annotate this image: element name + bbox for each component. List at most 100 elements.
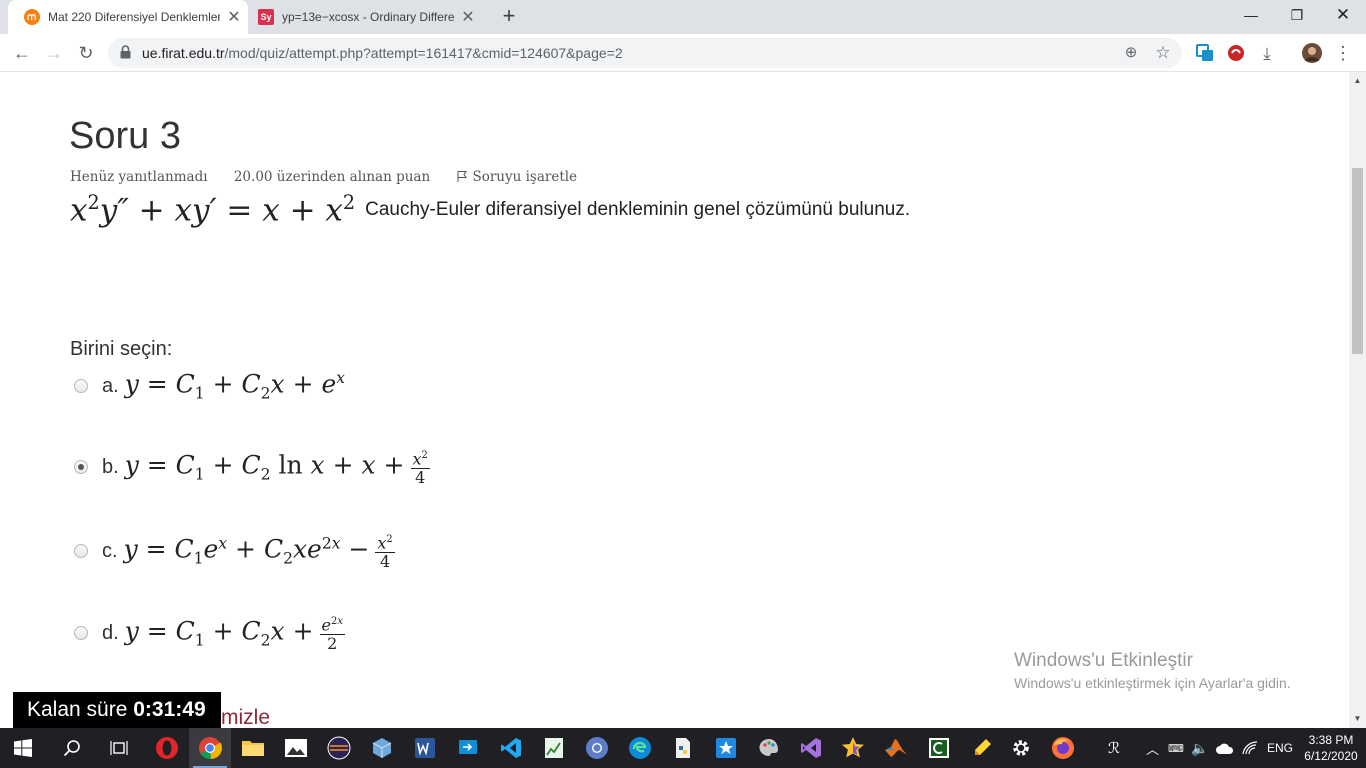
clock[interactable]: 3:38 PM 6/12/2020 [1300, 732, 1362, 764]
photos-icon [285, 739, 307, 757]
option-letter: b. [102, 455, 119, 478]
taskbar-paint[interactable] [748, 728, 790, 768]
tab-symbolab[interactable]: Sy yp=13e−xcosx - Ordinary Differe ✕ [242, 0, 488, 34]
chrome-icon [199, 737, 222, 760]
speaker-icon[interactable]: 🔈 [1191, 728, 1208, 768]
palette-icon [759, 739, 778, 756]
matlab-icon [885, 739, 907, 757]
radio-button[interactable] [74, 544, 88, 558]
tray-overflow-icon[interactable]: ︿ [1146, 728, 1159, 768]
red-extension-icon[interactable] [1225, 42, 1247, 64]
bookmark-star-icon[interactable]: ☆ [1153, 43, 1173, 63]
onedrive-icon[interactable] [1216, 728, 1234, 768]
zoom-icon[interactable]: ⊕ [1121, 43, 1141, 63]
taskbar-chart-app[interactable] [533, 728, 575, 768]
moodle-icon [24, 9, 40, 25]
taskbar-chrome[interactable] [189, 728, 231, 768]
option-formula: y = C1 + C2x + e2x 2 [125, 613, 345, 653]
equation: x2y″ + xy′ = x + x2 [70, 191, 356, 229]
search-button[interactable] [51, 728, 93, 768]
translate-extension-icon[interactable] [1194, 42, 1216, 64]
radio-button[interactable] [74, 379, 88, 393]
watermark-subtitle: Windows'u etkinleştirmek için Ayarlar'a … [1014, 675, 1291, 691]
new-tab-button[interactable]: + [498, 5, 520, 27]
taskbar-python[interactable] [662, 728, 704, 768]
taskbar-remote-app[interactable] [447, 728, 489, 768]
taskbar-visual-studio[interactable] [790, 728, 832, 768]
question-points: 20.00 üzerinden alınan puan [233, 169, 431, 185]
visual-studio-icon [801, 738, 821, 758]
ime-icon[interactable]: ⌨ [1168, 728, 1184, 768]
task-view-button[interactable] [98, 728, 140, 768]
partial-link[interactable]: mizle [221, 706, 270, 728]
scroll-thumb[interactable] [1352, 168, 1363, 354]
page-scrollbar[interactable]: ▲ ▼ [1349, 72, 1366, 728]
spreadsheet-chart-icon [545, 738, 563, 758]
option-a[interactable]: a. y = C1 + C2x + ex [74, 366, 345, 406]
taskbar-vscode[interactable] [490, 728, 532, 768]
network-icon [1242, 741, 1258, 755]
option-formula: y = C1 + C2 ln x + x + x2 4 [125, 447, 430, 487]
taskbar-star-app[interactable] [705, 728, 747, 768]
symbolab-icon: Sy [258, 9, 274, 25]
task-view-icon [110, 741, 128, 755]
taskbar-favorites-app[interactable] [832, 728, 874, 768]
quiz-page: Soru 3 Henüz yanıtlanmadı 20.00 üzerinde… [0, 72, 1349, 728]
back-icon[interactable]: ← [9, 40, 35, 66]
taskbar-opera[interactable] [146, 728, 188, 768]
url-text: ue.firat.edu.tr/mod/quiz/attempt.php?att… [142, 45, 623, 61]
radio-button-selected[interactable] [74, 460, 88, 474]
pencil-icon [975, 739, 991, 755]
taskbar-camtasia[interactable] [918, 728, 960, 768]
vscode-icon [501, 738, 521, 758]
taskbar-eclipse[interactable] [318, 728, 360, 768]
taskbar-photos[interactable] [275, 728, 317, 768]
chromium-icon [586, 737, 608, 759]
menu-icon[interactable]: ⋮ [1330, 40, 1356, 66]
taskbar-chrome-alt[interactable] [576, 728, 618, 768]
taskbar-file-explorer[interactable] [232, 728, 274, 768]
taskbar-edge[interactable] [619, 728, 661, 768]
choose-prompt: Birini seçin: [70, 338, 173, 360]
taskbar-word[interactable] [404, 728, 446, 768]
wifi-icon[interactable] [1242, 728, 1258, 768]
close-tab-icon[interactable]: ✕ [226, 7, 242, 27]
tab-title: Mat 220 Diferensiyel Denklemler [48, 10, 220, 24]
profile-avatar-icon[interactable] [1301, 42, 1323, 64]
scroll-up-icon[interactable]: ▲ [1349, 76, 1366, 85]
option-d[interactable]: d. y = C1 + C2x + e2x 2 [74, 613, 345, 653]
close-window-icon[interactable]: ✕ [1320, 0, 1366, 30]
flag-label: Soruyu işaretle [472, 169, 578, 185]
forward-icon[interactable]: → [41, 40, 67, 66]
firefox-icon [1052, 737, 1074, 759]
option-b[interactable]: b. y = C1 + C2 ln x + x + x2 4 [74, 447, 430, 487]
taskbar-settings[interactable] [1000, 728, 1042, 768]
flag-icon [457, 171, 468, 182]
close-tab-icon[interactable]: ✕ [460, 7, 476, 27]
people-icon[interactable]: ℛ [1108, 728, 1120, 768]
address-bar[interactable]: ue.firat.edu.tr/mod/quiz/attempt.php?att… [108, 38, 1182, 68]
taskbar-pen-app[interactable] [961, 728, 1003, 768]
start-button[interactable] [2, 728, 44, 768]
question-body: Cauchy-Euler diferansiyel denkleminin ge… [365, 199, 911, 220]
language-indicator[interactable]: ENG [1267, 728, 1293, 768]
tab-title: yp=13e−xcosx - Ordinary Differe [282, 10, 454, 24]
timer-label: Kalan süre [27, 698, 128, 721]
edge-icon [629, 737, 651, 759]
radio-button[interactable] [74, 626, 88, 640]
taskbar-3d-app[interactable] [361, 728, 403, 768]
taskbar-firefox[interactable] [1042, 728, 1084, 768]
windows-taskbar: ℛ ︿ ⌨ 🔈 ENG 3:38 PM 6/12/2020 [0, 728, 1366, 768]
minimize-icon[interactable]: — [1228, 0, 1274, 30]
reload-icon[interactable]: ↻ [73, 40, 99, 66]
download-icon[interactable]: ⤓ [1254, 41, 1280, 67]
flag-question-link[interactable]: Soruyu işaretle [456, 169, 599, 185]
restore-icon[interactable]: ❐ [1274, 0, 1320, 30]
quiz-timer: Kalan süre 0:31:49 [13, 692, 221, 728]
option-c[interactable]: c. y = C1ex + C2xe2x − x2 4 [74, 531, 395, 571]
scroll-down-icon[interactable]: ▼ [1349, 714, 1366, 723]
timer-value: 0:31:49 [133, 698, 206, 721]
tab-moodle[interactable]: Mat 220 Diferensiyel Denklemler ✕ [8, 0, 248, 34]
opera-icon [156, 737, 178, 759]
taskbar-matlab[interactable] [875, 728, 917, 768]
